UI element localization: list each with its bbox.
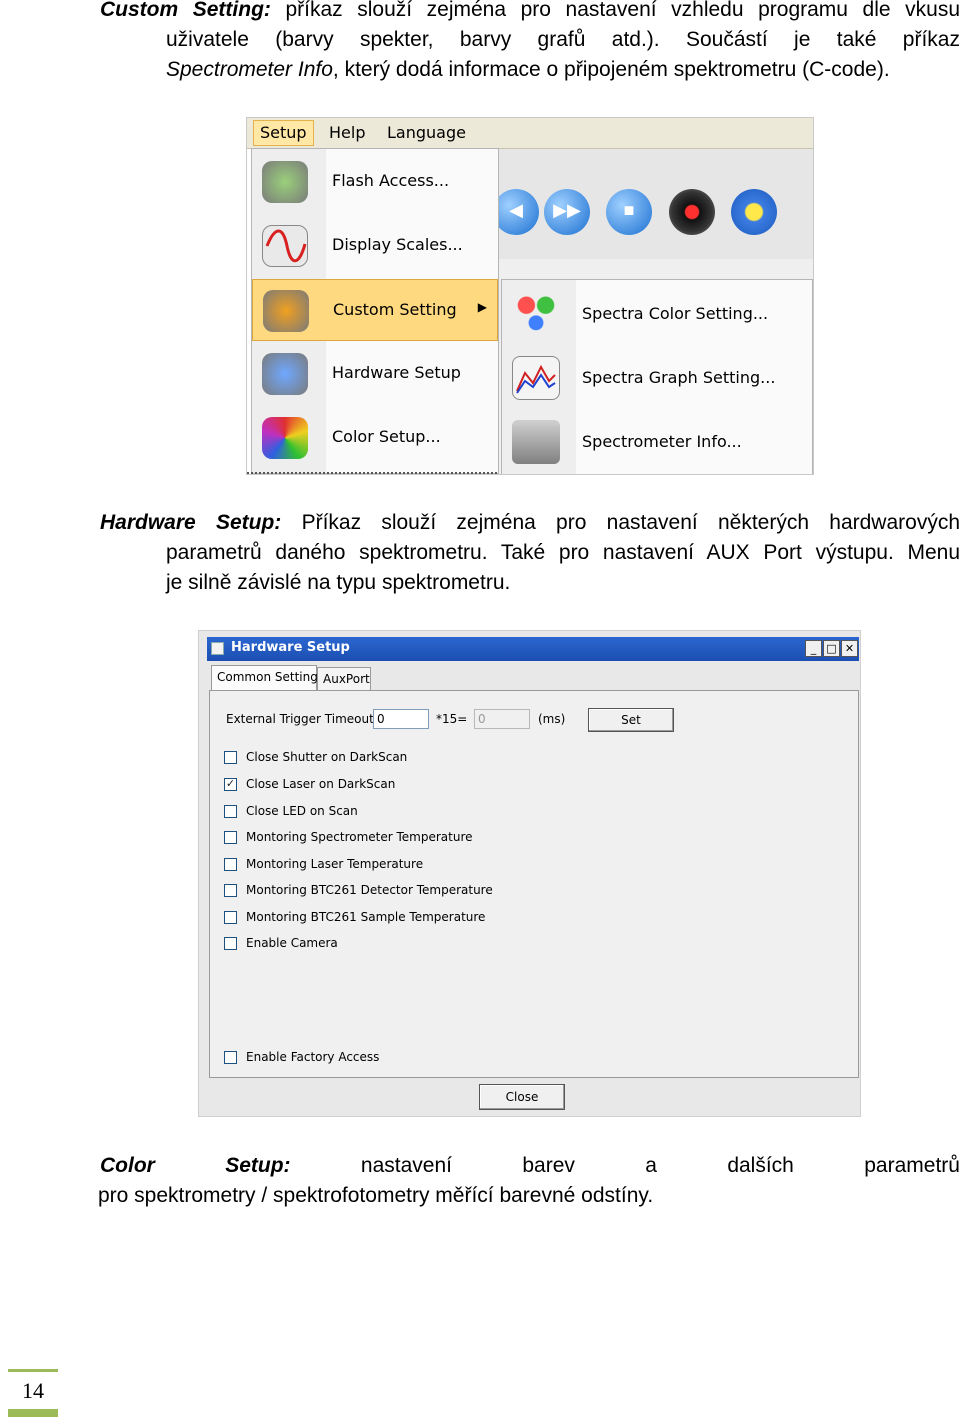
- timeout-input[interactable]: 0: [373, 709, 429, 729]
- minimize-icon[interactable]: _: [805, 640, 822, 657]
- timeout-label: External Trigger Timeout:: [226, 712, 378, 726]
- menu-item-label: Custom Setting: [333, 300, 457, 319]
- menu-item-label: Color Setup...: [332, 427, 441, 446]
- menu-item-spectra-graph-setting[interactable]: Spectra Graph Setting...: [502, 346, 812, 410]
- hardware-setup-dialog: Hardware Setup _ □ ✕ Common Setting AuxP…: [198, 630, 861, 1117]
- checkbox[interactable]: [224, 805, 237, 818]
- maximize-icon[interactable]: □: [823, 640, 840, 657]
- aux-hardware-icon: [262, 353, 308, 395]
- paragraph-word: barev: [522, 1154, 575, 1177]
- menu-item-label: Flash Access...: [332, 171, 450, 190]
- paragraph-word: dalších: [727, 1154, 794, 1177]
- flash-access-icon: [262, 161, 308, 203]
- paragraph-word: parametrů: [864, 1154, 960, 1177]
- common-setting-panel: External Trigger Timeout: 0 *15= 0 (ms) …: [209, 690, 859, 1078]
- spectrometer-info-term: Spectrometer Info: [166, 58, 333, 81]
- tab-auxport[interactable]: AuxPort: [317, 667, 371, 691]
- menu-item-flash-access[interactable]: Flash Access...: [252, 151, 498, 213]
- menu-item-display-scales[interactable]: Display Scales...: [252, 215, 498, 277]
- step-icon[interactable]: ◀: [493, 189, 539, 235]
- custom-setting-paragraph: Custom Setting: příkaz slouží zejména pr…: [100, 0, 960, 85]
- setup-dropdown: Flash Access... Display Scales... Custom…: [251, 148, 499, 474]
- checkbox-checked[interactable]: ✓: [224, 778, 237, 791]
- spectra-graph-icon: [512, 356, 560, 400]
- toolbar: ◀ ▶▶ ■: [493, 149, 813, 259]
- close-button[interactable]: Close: [479, 1084, 565, 1110]
- paragraph-text: pro spektrometry / spektrofotometry měří…: [98, 1184, 654, 1207]
- paragraph-word: nastavení: [360, 1154, 452, 1177]
- close-icon[interactable]: ✕: [841, 640, 858, 657]
- custom-setting-lead: Custom Setting:: [100, 0, 271, 21]
- menu-item-label: Display Scales...: [332, 235, 463, 254]
- tab-common-setting[interactable]: Common Setting: [211, 665, 318, 691]
- checkbox[interactable]: [224, 911, 237, 924]
- menu-item-label: Spectra Color Setting...: [582, 304, 769, 323]
- menu-item-custom-setting[interactable]: Custom Setting ▶: [252, 279, 498, 341]
- checkbox[interactable]: [224, 1051, 237, 1064]
- light-icon[interactable]: [731, 189, 777, 235]
- submenu-arrow-icon: ▶: [477, 300, 487, 314]
- menu-setup[interactable]: Setup: [253, 120, 314, 146]
- checkbox[interactable]: [224, 937, 237, 950]
- menu-help[interactable]: Help: [329, 123, 365, 142]
- dialog-titlebar: Hardware Setup _ □ ✕: [207, 637, 859, 661]
- menu-language[interactable]: Language: [387, 123, 466, 142]
- menu-item-spectra-color-setting[interactable]: Spectra Color Setting...: [502, 282, 812, 346]
- hardware-setup-paragraph: Hardware Setup: Příkaz slouží zejména pr…: [100, 508, 960, 598]
- set-button[interactable]: Set: [588, 708, 674, 732]
- paragraph-text: příkaz slouží zejména pro nastavení vzhl…: [285, 0, 960, 21]
- stop-icon[interactable]: ■: [606, 189, 652, 235]
- paragraph-text: parametrů daného spektrometru. Také pro …: [166, 541, 960, 564]
- ms-unit: (ms): [538, 712, 566, 726]
- paragraph-text: , který dodá informace o připojeném spek…: [332, 58, 890, 81]
- menu-item-hardware-setup[interactable]: Hardware Setup: [252, 343, 498, 405]
- color-balls-icon: [512, 292, 560, 336]
- color-setup-lead: Setup:: [225, 1154, 291, 1177]
- checkbox[interactable]: [224, 831, 237, 844]
- hardware-setup-lead: Hardware Setup:: [100, 511, 282, 534]
- menu-item-label: Spectra Graph Setting...: [582, 368, 776, 387]
- menu-item-color-setup[interactable]: Color Setup...: [252, 407, 498, 469]
- checkbox[interactable]: [224, 884, 237, 897]
- multiplier-label: *15=: [436, 712, 468, 726]
- spectrometer-device-icon: [512, 420, 560, 464]
- checkbox[interactable]: [224, 858, 237, 871]
- color-setup-icon: [262, 417, 308, 459]
- paragraph-word: a: [645, 1154, 657, 1177]
- paragraph-text: Příkaz slouží zejména pro nastavení někt…: [301, 511, 960, 534]
- dialog-title: Hardware Setup: [231, 640, 350, 655]
- color-setup-lead: Color: [100, 1154, 155, 1177]
- menubar: Setup Help Language: [247, 118, 813, 149]
- ms-output: 0: [474, 709, 530, 729]
- color-setup-paragraph: Color Setup: nastavení barev a dalších p…: [98, 1151, 960, 1211]
- setup-menu-screenshot: Setup Help Language ◀ ▶▶ ■ Flash Access.…: [246, 117, 814, 475]
- menu-item-label: Hardware Setup: [332, 363, 461, 382]
- record-icon[interactable]: [669, 189, 715, 235]
- fast-forward-icon[interactable]: ▶▶: [544, 189, 590, 235]
- custom-setting-icon: [263, 290, 309, 332]
- custom-setting-submenu: Spectra Color Setting... Spectra Graph S…: [501, 279, 813, 474]
- menu-item-label: Spectrometer Info...: [582, 432, 742, 451]
- dotted-border: [247, 472, 497, 474]
- app-icon: [211, 642, 224, 655]
- checkbox[interactable]: [224, 751, 237, 764]
- display-scales-icon: [262, 225, 308, 267]
- menu-item-spectrometer-info[interactable]: Spectrometer Info...: [502, 410, 812, 474]
- page-number: 14: [8, 1369, 58, 1417]
- paragraph-text: je silně závislé na typu spektrometru.: [166, 571, 511, 594]
- paragraph-text: uživatele (barvy spekter, barvy grafů at…: [166, 28, 960, 51]
